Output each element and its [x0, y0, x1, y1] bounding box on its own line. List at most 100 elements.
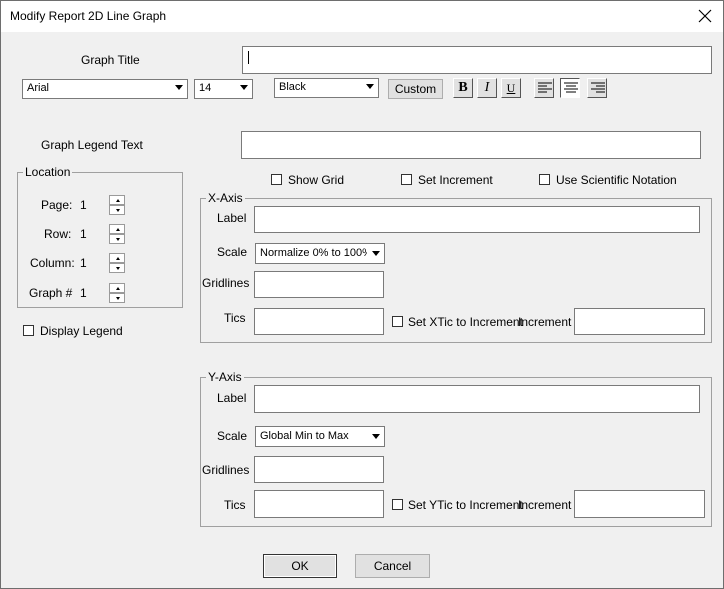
font-size-value: 14	[199, 82, 212, 94]
align-left-icon	[538, 82, 552, 93]
scientific-notation-checkbox[interactable]	[539, 174, 550, 185]
cancel-button[interactable]: Cancel	[355, 554, 430, 578]
graph-title-label: Graph Title	[81, 53, 140, 67]
close-icon[interactable]	[698, 9, 712, 23]
scientific-notation-label: Use Scientific Notation	[556, 173, 677, 187]
arrow-up-icon	[116, 228, 120, 231]
chevron-down-icon	[175, 85, 183, 90]
font-size-dropdown-button[interactable]	[235, 80, 252, 98]
page-spinner-down[interactable]	[109, 205, 125, 215]
x-axis-label-label: Label	[217, 211, 247, 225]
y-axis-scale-dropdown-button[interactable]	[367, 427, 384, 446]
column-spinner[interactable]	[109, 253, 125, 273]
align-right-icon	[591, 82, 605, 93]
y-axis-tics-label: Tics	[224, 498, 246, 512]
font-size-select[interactable]: 14	[194, 79, 253, 99]
column-value: 1	[80, 256, 87, 270]
chevron-down-icon	[240, 85, 248, 90]
column-label: Column:	[30, 256, 75, 270]
window-title: Modify Report 2D Line Graph	[10, 9, 167, 23]
row-label: Row:	[44, 227, 72, 241]
align-center-icon	[564, 82, 578, 93]
page-value: 1	[80, 198, 87, 212]
x-axis-gridlines-label: Gridlines	[202, 276, 250, 290]
bold-button[interactable]: B	[453, 78, 473, 98]
ok-button[interactable]: OK	[263, 554, 337, 578]
arrow-down-icon	[116, 297, 120, 300]
custom-color-button[interactable]: Custom	[388, 79, 443, 99]
y-axis-scale-label: Scale	[217, 429, 248, 443]
arrow-up-icon	[116, 287, 120, 290]
y-increment-label: Increment	[518, 498, 572, 512]
arrow-down-icon	[116, 209, 120, 212]
font-color-select[interactable]: Black	[274, 78, 379, 98]
legend-text-input[interactable]	[241, 131, 701, 159]
column-spinner-down[interactable]	[109, 263, 125, 273]
chevron-down-icon	[372, 434, 380, 439]
graph-number-value: 1	[80, 286, 87, 300]
title-bar: Modify Report 2D Line Graph	[1, 1, 723, 32]
font-family-value: Arial	[27, 82, 50, 94]
x-axis-scale-label: Scale	[217, 245, 248, 259]
graph-number-spinner-down[interactable]	[109, 293, 125, 303]
x-increment-label: Increment	[518, 315, 572, 329]
set-increment-label: Set Increment	[418, 173, 493, 187]
row-value: 1	[80, 227, 87, 241]
dialog-window: Modify Report 2D Line Graph Graph Title …	[0, 0, 724, 589]
y-axis-scale-select[interactable]: Global Min to Max	[255, 426, 385, 447]
align-right-button[interactable]	[587, 78, 607, 98]
x-axis-tics-label: Tics	[224, 311, 246, 325]
font-color-dropdown-button[interactable]	[361, 79, 378, 97]
y-axis-gridlines-input[interactable]	[254, 456, 384, 483]
graph-number-spinner-up[interactable]	[109, 283, 125, 293]
x-increment-input[interactable]	[574, 308, 705, 335]
y-axis-group-title: Y-Axis	[206, 370, 244, 384]
page-spinner[interactable]	[109, 195, 125, 215]
arrow-down-icon	[116, 238, 120, 241]
y-increment-input[interactable]	[574, 490, 705, 518]
underline-icon: U	[506, 81, 516, 95]
y-axis-tics-input[interactable]	[254, 490, 384, 518]
chevron-down-icon	[366, 84, 374, 89]
show-grid-label: Show Grid	[288, 173, 345, 187]
set-increment-checkbox[interactable]	[401, 174, 412, 185]
x-axis-group-title: X-Axis	[206, 191, 245, 205]
display-legend-checkbox[interactable]	[23, 325, 34, 336]
arrow-up-icon	[116, 199, 120, 202]
align-left-button[interactable]	[534, 78, 554, 98]
page-spinner-up[interactable]	[109, 195, 125, 205]
x-axis-scale-select[interactable]: Normalize 0% to 100%	[255, 243, 385, 264]
x-axis-scale-value: Normalize 0% to 100%	[260, 247, 372, 259]
y-axis-label-input[interactable]	[254, 385, 700, 413]
legend-text-label: Graph Legend Text	[41, 138, 143, 152]
chevron-down-icon	[372, 251, 380, 256]
x-tic-increment-checkbox[interactable]	[392, 316, 403, 327]
y-axis-label-label: Label	[217, 391, 247, 405]
display-legend-label: Display Legend	[40, 324, 123, 338]
show-grid-checkbox[interactable]	[271, 174, 282, 185]
y-axis-scale-value: Global Min to Max	[260, 430, 349, 442]
y-tic-increment-checkbox[interactable]	[392, 499, 403, 510]
font-family-select[interactable]: Arial	[22, 79, 188, 99]
arrow-down-icon	[116, 267, 120, 270]
page-label: Page:	[41, 198, 73, 212]
graph-title-input[interactable]	[242, 46, 712, 74]
graph-number-spinner[interactable]	[109, 283, 125, 303]
italic-button[interactable]: I	[477, 78, 497, 98]
text-cursor	[248, 51, 249, 64]
y-tic-increment-label: Set YTic to Increment	[408, 498, 523, 512]
x-axis-gridlines-input[interactable]	[254, 271, 384, 298]
column-spinner-up[interactable]	[109, 253, 125, 263]
arrow-up-icon	[116, 257, 120, 260]
row-spinner[interactable]	[109, 224, 125, 244]
x-axis-label-input[interactable]	[254, 206, 700, 233]
y-axis-gridlines-label: Gridlines	[202, 463, 250, 477]
align-center-button[interactable]	[560, 78, 580, 98]
underline-button[interactable]: U	[501, 78, 521, 98]
row-spinner-down[interactable]	[109, 234, 125, 244]
italic-icon: I	[484, 80, 490, 95]
font-family-dropdown-button[interactable]	[170, 80, 187, 98]
row-spinner-up[interactable]	[109, 224, 125, 234]
x-axis-tics-input[interactable]	[254, 308, 384, 335]
x-axis-scale-dropdown-button[interactable]	[367, 244, 384, 263]
